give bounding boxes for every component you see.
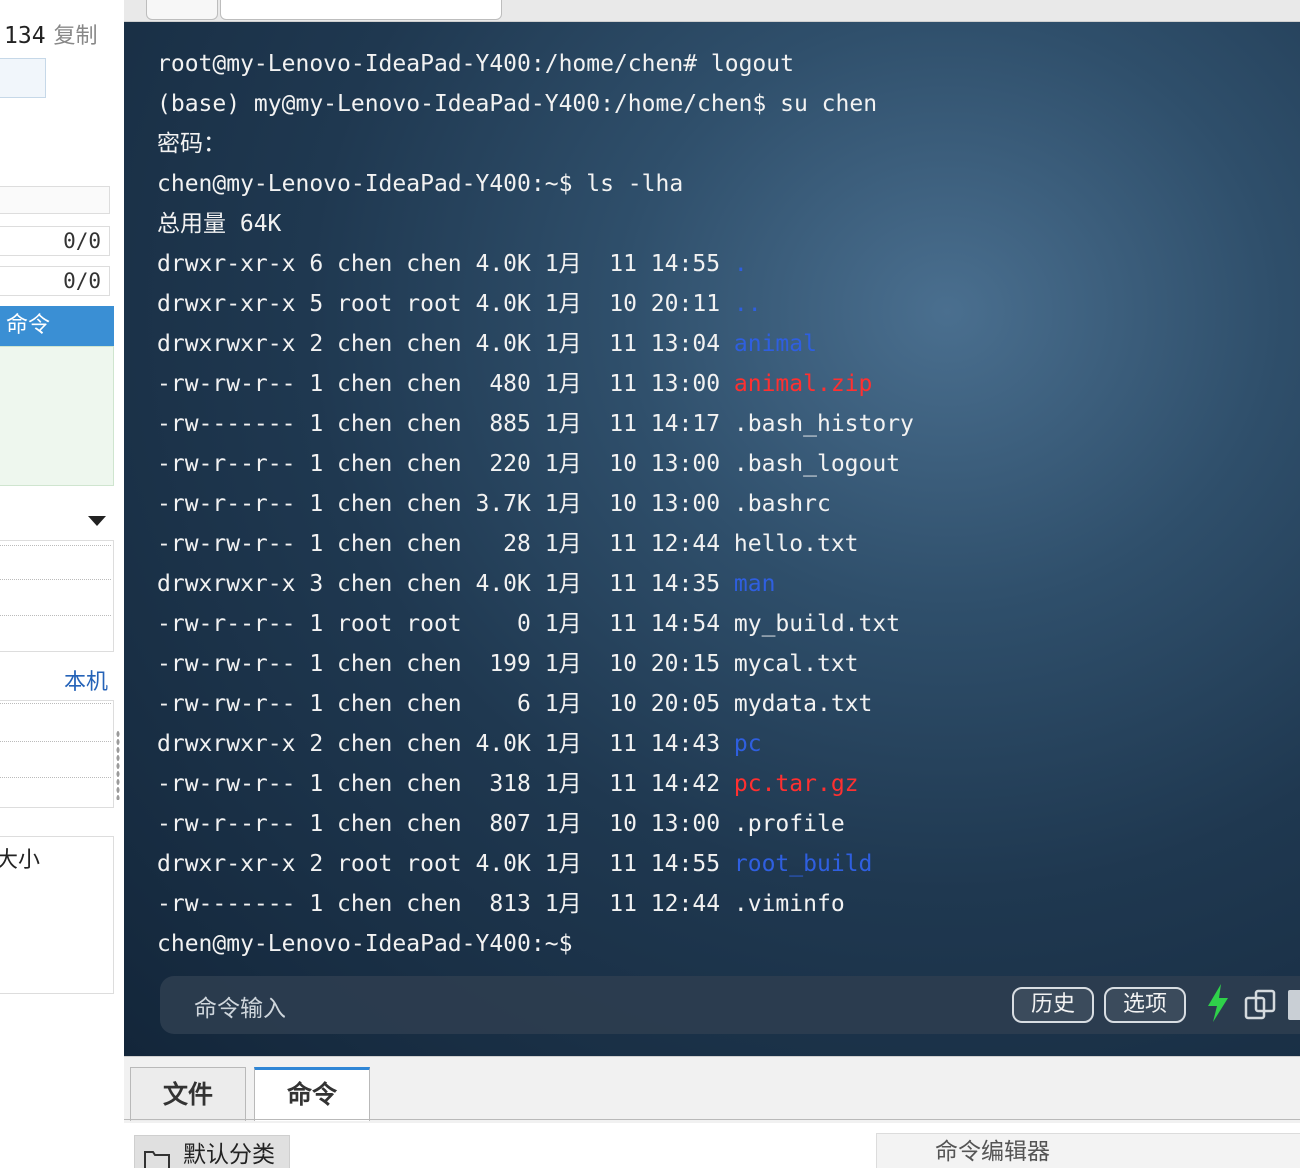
copy-ip-button[interactable]: 复制 xyxy=(54,24,98,49)
listing-meta: -rw-r--r-- 1 root root 0 1月 11 14:54 xyxy=(157,611,734,637)
listing-filename: pc xyxy=(733,731,762,757)
listing-filename: .profile xyxy=(733,811,845,837)
listing-meta: drwxr-xr-x 6 chen chen 4.0K 1月 11 14:55 xyxy=(157,251,734,277)
listing-filename: animal.zip xyxy=(733,371,873,397)
listing-row: -rw-rw-r-- 1 chen chen 199 1月 10 20:15 m… xyxy=(157,644,914,684)
listing-meta: -rw-rw-r-- 1 chen chen 6 1月 10 20:05 xyxy=(157,691,734,717)
local-label[interactable]: 本机 xyxy=(64,664,108,696)
command-input-bar: 命令输入 历史 选项 xyxy=(160,976,1300,1034)
resize-grip[interactable] xyxy=(812,1057,868,1059)
listing-meta: drwxrwxr-x 3 chen chen 4.0K 1月 11 14:35 xyxy=(157,571,734,597)
list-divider xyxy=(0,741,111,742)
listing-filename: .. xyxy=(733,291,762,317)
listing-meta: drwxrwxr-x 2 chen chen 4.0K 1月 11 14:43 xyxy=(157,731,734,757)
copy-icon[interactable] xyxy=(1244,988,1278,1022)
list-divider xyxy=(0,777,111,778)
listing-row: -rw-rw-r-- 1 chen chen 480 1月 11 13:00 a… xyxy=(157,364,914,404)
upload-count: 0/0 xyxy=(0,226,110,256)
listing-filename: mycal.txt xyxy=(733,651,859,677)
listing-meta: drwxrwxr-x 2 chen chen 4.0K 1月 11 13:04 xyxy=(157,331,734,357)
trash-icon[interactable] xyxy=(1288,990,1300,1020)
listing-filename: man xyxy=(733,571,776,597)
listing-filename: .bash_logout xyxy=(733,451,901,477)
listing-meta: -rw-rw-r-- 1 chen chen 318 1月 11 14:42 xyxy=(157,771,734,797)
listing-filename: hello.txt xyxy=(733,531,859,557)
listing-row: -rw-r--r-- 1 chen chen 807 1月 10 13:00 .… xyxy=(157,804,914,844)
listing-row: drwxr-xr-x 2 root root 4.0K 1月 11 14:55 … xyxy=(157,844,914,884)
listing-row: drwxrwxr-x 3 chen chen 4.0K 1月 11 14:35 … xyxy=(157,564,914,604)
listing-row: -rw-r--r-- 1 chen chen 3.7K 1月 10 13:00 … xyxy=(157,484,914,524)
listing-filename: .bashrc xyxy=(733,491,831,517)
command-editor-header: 命令编辑器 xyxy=(876,1133,1300,1168)
folder-icon xyxy=(144,1151,170,1168)
terminal-prompt: chen@my-Lenovo-IdeaPad-Y400:~$ xyxy=(157,931,573,957)
size-column-header: 大小 xyxy=(0,848,41,873)
listing-row: -rw-rw-r-- 1 chen chen 28 1月 11 12:44 he… xyxy=(157,524,914,564)
listing-filename: animal xyxy=(733,331,817,357)
tab-divider xyxy=(124,1119,1300,1120)
listing-meta: -rw-r--r-- 1 chen chen 807 1月 10 13:00 xyxy=(157,811,734,837)
listing-filename: . xyxy=(733,251,748,277)
listing-filename: .bash_history xyxy=(733,411,914,437)
download-count: 0/0 xyxy=(0,266,110,296)
listing-row: -rw------- 1 chen chen 813 1月 11 12:44 .… xyxy=(157,884,914,924)
session-tab-strip xyxy=(124,0,1300,22)
terminal-line: 总用量 64K xyxy=(157,211,282,237)
process-list xyxy=(0,540,114,652)
terminal-line: chen@my-Lenovo-IdeaPad-Y400:~$ ls -lha xyxy=(157,171,684,197)
tab-files[interactable]: 文件 xyxy=(130,1067,246,1121)
listing-filename: .viminfo xyxy=(733,891,845,917)
info-box xyxy=(0,58,46,98)
listing-row: -rw-r--r-- 1 chen chen 220 1月 10 13:00 .… xyxy=(157,444,914,484)
command-section-header[interactable]: 命令 xyxy=(0,306,114,346)
listing-row: drwxr-xr-x 5 root root 4.0K 1月 10 20:11 … xyxy=(157,284,914,324)
session-tab[interactable] xyxy=(220,0,502,20)
listing-row: drwxrwxr-x 2 chen chen 4.0K 1月 11 14:43 … xyxy=(157,724,914,764)
sidebar: 134 复制 0/0 0/0 命令 本机 大小 xyxy=(0,0,124,1168)
listing-meta: drwxr-xr-x 5 root root 4.0K 1月 10 20:11 xyxy=(157,291,734,317)
list-divider xyxy=(0,615,111,616)
listing-row: -rw-r--r-- 1 root root 0 1月 11 14:54 my_… xyxy=(157,604,914,644)
listing-filename: root_build xyxy=(733,851,873,877)
listing-meta: -rw-r--r-- 1 chen chen 3.7K 1月 10 13:00 xyxy=(157,491,734,517)
list-divider xyxy=(0,579,111,580)
command-section-body xyxy=(0,346,114,486)
listing-meta: drwxr-xr-x 2 root root 4.0K 1月 11 14:55 xyxy=(157,851,734,877)
options-button[interactable]: 选项 xyxy=(1104,987,1186,1023)
list-divider xyxy=(0,545,111,546)
list-divider xyxy=(0,703,111,704)
terminal-line: 密码： xyxy=(157,131,226,157)
listing-meta: -rw-rw-r-- 1 chen chen 28 1月 11 12:44 xyxy=(157,531,734,557)
ip-text: 134 xyxy=(4,23,46,49)
listing-meta: -rw------- 1 chen chen 885 1月 11 14:17 xyxy=(157,411,734,437)
new-tab-button[interactable] xyxy=(146,0,218,20)
terminal-line: root@my-Lenovo-IdeaPad-Y400:/home/chen# … xyxy=(157,51,794,77)
listing-filename: my_build.txt xyxy=(733,611,901,637)
splitter-handle[interactable] xyxy=(116,730,120,800)
listing-row: drwxr-xr-x 6 chen chen 4.0K 1月 11 14:55 … xyxy=(157,244,914,284)
server-ip-fragment: 134 复制 xyxy=(4,18,98,50)
listing-row: -rw-rw-r-- 1 chen chen 6 1月 10 20:05 myd… xyxy=(157,684,914,724)
listing-filename: pc.tar.gz xyxy=(733,771,859,797)
terminal[interactable]: root@my-Lenovo-IdeaPad-Y400:/home/chen# … xyxy=(124,22,1300,1056)
tab-commands[interactable]: 命令 xyxy=(254,1067,370,1121)
monitor-bar xyxy=(0,186,110,214)
chevron-down-icon[interactable] xyxy=(88,516,106,526)
listing-meta: -rw-rw-r-- 1 chen chen 480 1月 11 13:00 xyxy=(157,371,734,397)
terminal-line: (base) my@my-Lenovo-IdeaPad-Y400:/home/c… xyxy=(157,91,878,117)
listing-meta: -rw-r--r-- 1 chen chen 220 1月 10 13:00 xyxy=(157,451,734,477)
bottom-panel: 文件 命令 默认分类 命令编辑器 xyxy=(124,1056,1300,1168)
history-button[interactable]: 历史 xyxy=(1012,987,1094,1023)
terminal-output: root@my-Lenovo-IdeaPad-Y400:/home/chen# … xyxy=(157,44,914,964)
listing-row: -rw-rw-r-- 1 chen chen 318 1月 11 14:42 p… xyxy=(157,764,914,804)
listing-row: drwxrwxr-x 2 chen chen 4.0K 1月 11 13:04 … xyxy=(157,324,914,364)
command-input[interactable]: 命令输入 xyxy=(194,989,286,1023)
listing-meta: -rw-rw-r-- 1 chen chen 199 1月 10 20:15 xyxy=(157,651,734,677)
network-list xyxy=(0,700,114,808)
listing-meta: -rw------- 1 chen chen 813 1月 11 12:44 xyxy=(157,891,734,917)
listing-row: -rw------- 1 chen chen 885 1月 11 14:17 .… xyxy=(157,404,914,444)
lightning-icon[interactable] xyxy=(1206,984,1230,1022)
listing-filename: mydata.txt xyxy=(733,691,873,717)
